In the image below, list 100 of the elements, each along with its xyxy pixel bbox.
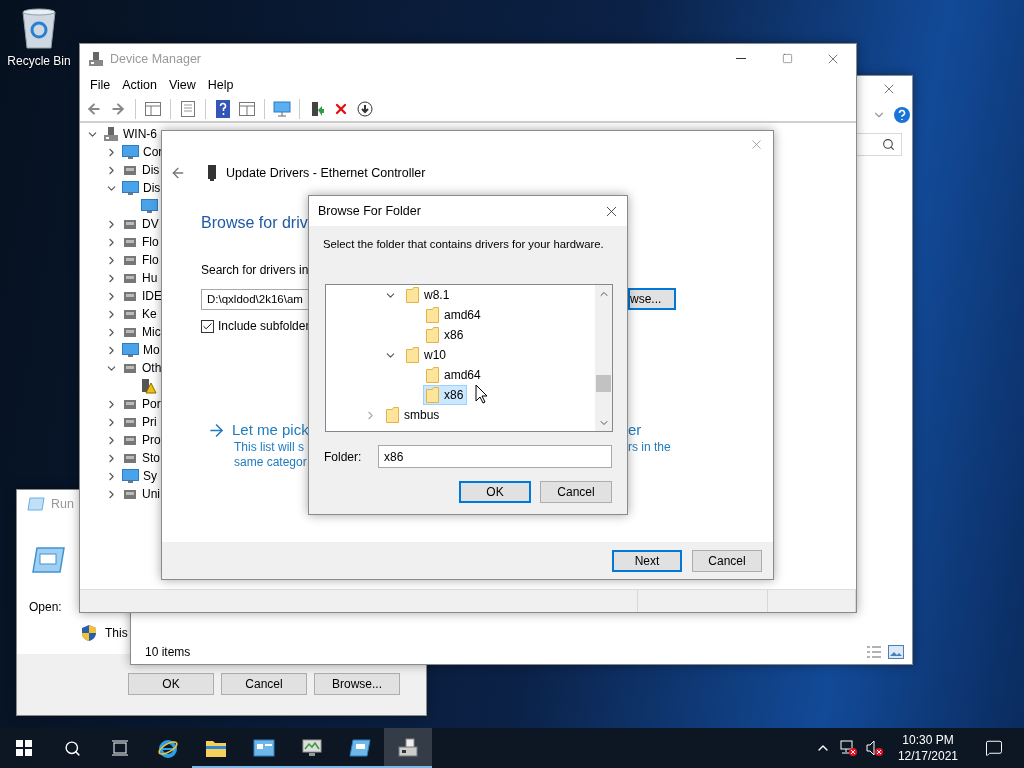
- folder-field[interactable]: x86: [378, 445, 612, 468]
- tree-item[interactable]: Ke: [122, 306, 157, 322]
- checkbox-label: Include subfolder: [218, 319, 310, 333]
- partial-button[interactable]: wse...: [628, 288, 676, 310]
- checkbox[interactable]: [201, 319, 214, 333]
- shield-icon: [81, 624, 97, 642]
- tree-item[interactable]: Pri: [122, 414, 157, 430]
- speaker-icon: [865, 740, 884, 756]
- tree-item[interactable]: Flo: [122, 252, 159, 268]
- window-icon: [253, 739, 275, 757]
- thumbnail-view-icon[interactable]: [888, 645, 904, 659]
- scan-button[interactable]: [271, 98, 293, 120]
- tree-item[interactable]: Uni: [122, 486, 160, 502]
- dialog-button[interactable]: Next: [612, 549, 682, 572]
- dialog-button[interactable]: Browse...: [314, 673, 400, 695]
- clock[interactable]: 10:30 PM 12/17/2021: [889, 728, 966, 768]
- scrollbar[interactable]: [595, 285, 612, 431]
- network-icon: [839, 740, 858, 756]
- printer-icon: [397, 738, 419, 758]
- tree-item[interactable]: Pro: [122, 432, 161, 448]
- field-label: Folder:: [324, 449, 363, 464]
- help-icon[interactable]: [894, 107, 910, 123]
- recycle-bin-icon[interactable]: [19, 6, 59, 50]
- computer-icon: [103, 126, 119, 142]
- field-label: Open:: [29, 600, 63, 614]
- network-card-icon: [208, 165, 216, 181]
- menu-item[interactable]: View: [162, 74, 202, 96]
- table-icon: [239, 102, 255, 116]
- folder-item[interactable]: w8.1: [403, 285, 454, 305]
- tree-item[interactable]: Mic: [122, 324, 161, 340]
- instruction-text: Select the folder that contains drivers for your hardware.: [323, 237, 604, 252]
- task-view-icon: [111, 740, 129, 756]
- search-icon: [63, 739, 81, 757]
- table-icon: [145, 102, 161, 116]
- folder-item[interactable]: smbus: [383, 405, 444, 425]
- dialog-button[interactable]: Cancel: [221, 673, 307, 695]
- taskbar-app[interactable]: [384, 728, 432, 768]
- down-arrow-circle-icon: [357, 101, 373, 117]
- window-title: Run: [51, 497, 74, 511]
- run-icon: [349, 739, 371, 757]
- scroll-thumb[interactable]: [596, 375, 611, 392]
- folder-icon: [426, 387, 439, 403]
- cross-icon: [333, 101, 349, 117]
- tree-item[interactable]: Cor: [122, 144, 163, 160]
- note-text: This: [105, 626, 128, 640]
- tree-item[interactable]: Sto: [122, 450, 160, 466]
- folder-item[interactable]: amd64: [423, 365, 485, 385]
- device-arrow-icon: [310, 101, 324, 117]
- tree-item[interactable]: WIN-6: [103, 126, 157, 142]
- menu-item[interactable]: Help: [201, 74, 240, 96]
- menu-item[interactable]: File: [84, 74, 117, 96]
- dialog-button[interactable]: OK: [128, 673, 214, 695]
- link[interactable]: Let me pick: [232, 420, 309, 440]
- tree-item[interactable]: Dis: [122, 162, 160, 178]
- windows-logo-icon: [16, 740, 32, 756]
- field-label: Search for drivers in: [201, 262, 309, 278]
- mouse-pointer-icon: [475, 384, 488, 404]
- tree-item[interactable]: Dis: [122, 180, 161, 196]
- tree-item[interactable]: Oth: [122, 360, 162, 376]
- folder-item[interactable]: x86: [423, 385, 468, 405]
- window-title: Device Manager: [110, 51, 201, 66]
- help-icon: [216, 100, 230, 118]
- page-heading: Browse for driv: [201, 213, 308, 233]
- desktop-icon-label: Recycle Bin: [7, 54, 71, 68]
- notification-icon: [985, 739, 1003, 757]
- folder-icon: [205, 738, 227, 758]
- description-text: same categor: [234, 455, 307, 470]
- dialog-button[interactable]: Cancel: [692, 549, 762, 572]
- computer-icon: [88, 50, 104, 67]
- warning-icon: [141, 378, 157, 394]
- tree-item[interactable]: Mo: [122, 342, 160, 358]
- folder-icon: [426, 327, 439, 343]
- folder-item[interactable]: x86: [423, 325, 468, 345]
- tree-item[interactable]: Flo: [122, 234, 159, 250]
- dialog-button[interactable]: Cancel: [540, 481, 612, 503]
- tree-item[interactable]: DV: [122, 216, 159, 232]
- monitor-icon: [122, 342, 139, 358]
- download-button[interactable]: [354, 98, 376, 120]
- description-text: This list will s: [234, 440, 304, 455]
- run-icon: [31, 546, 65, 574]
- document-icon: [181, 101, 195, 117]
- search-icon: [882, 137, 895, 151]
- folder-item[interactable]: w10: [403, 345, 450, 365]
- run-icon: [27, 497, 45, 511]
- folder-icon: [386, 407, 399, 423]
- dialog-button[interactable]: OK: [459, 481, 531, 503]
- menu-item[interactable]: Action: [116, 74, 163, 96]
- folder-item[interactable]: amd64: [423, 305, 485, 325]
- monitor-icon: [122, 468, 139, 484]
- monitor-icon: [122, 144, 139, 160]
- tree-item[interactable]: Hu: [122, 270, 158, 286]
- chart-monitor-icon: [301, 738, 323, 758]
- tree-item[interactable]: IDE: [122, 288, 162, 304]
- tree-item[interactable]: Sy: [122, 468, 157, 484]
- monitor-icon: [141, 198, 158, 214]
- link[interactable]: er: [628, 420, 773, 440]
- minimize-icon: [736, 58, 746, 59]
- tree-item[interactable]: Por: [122, 396, 161, 412]
- monitor-icon: [273, 101, 291, 117]
- folder-icon: [426, 367, 439, 383]
